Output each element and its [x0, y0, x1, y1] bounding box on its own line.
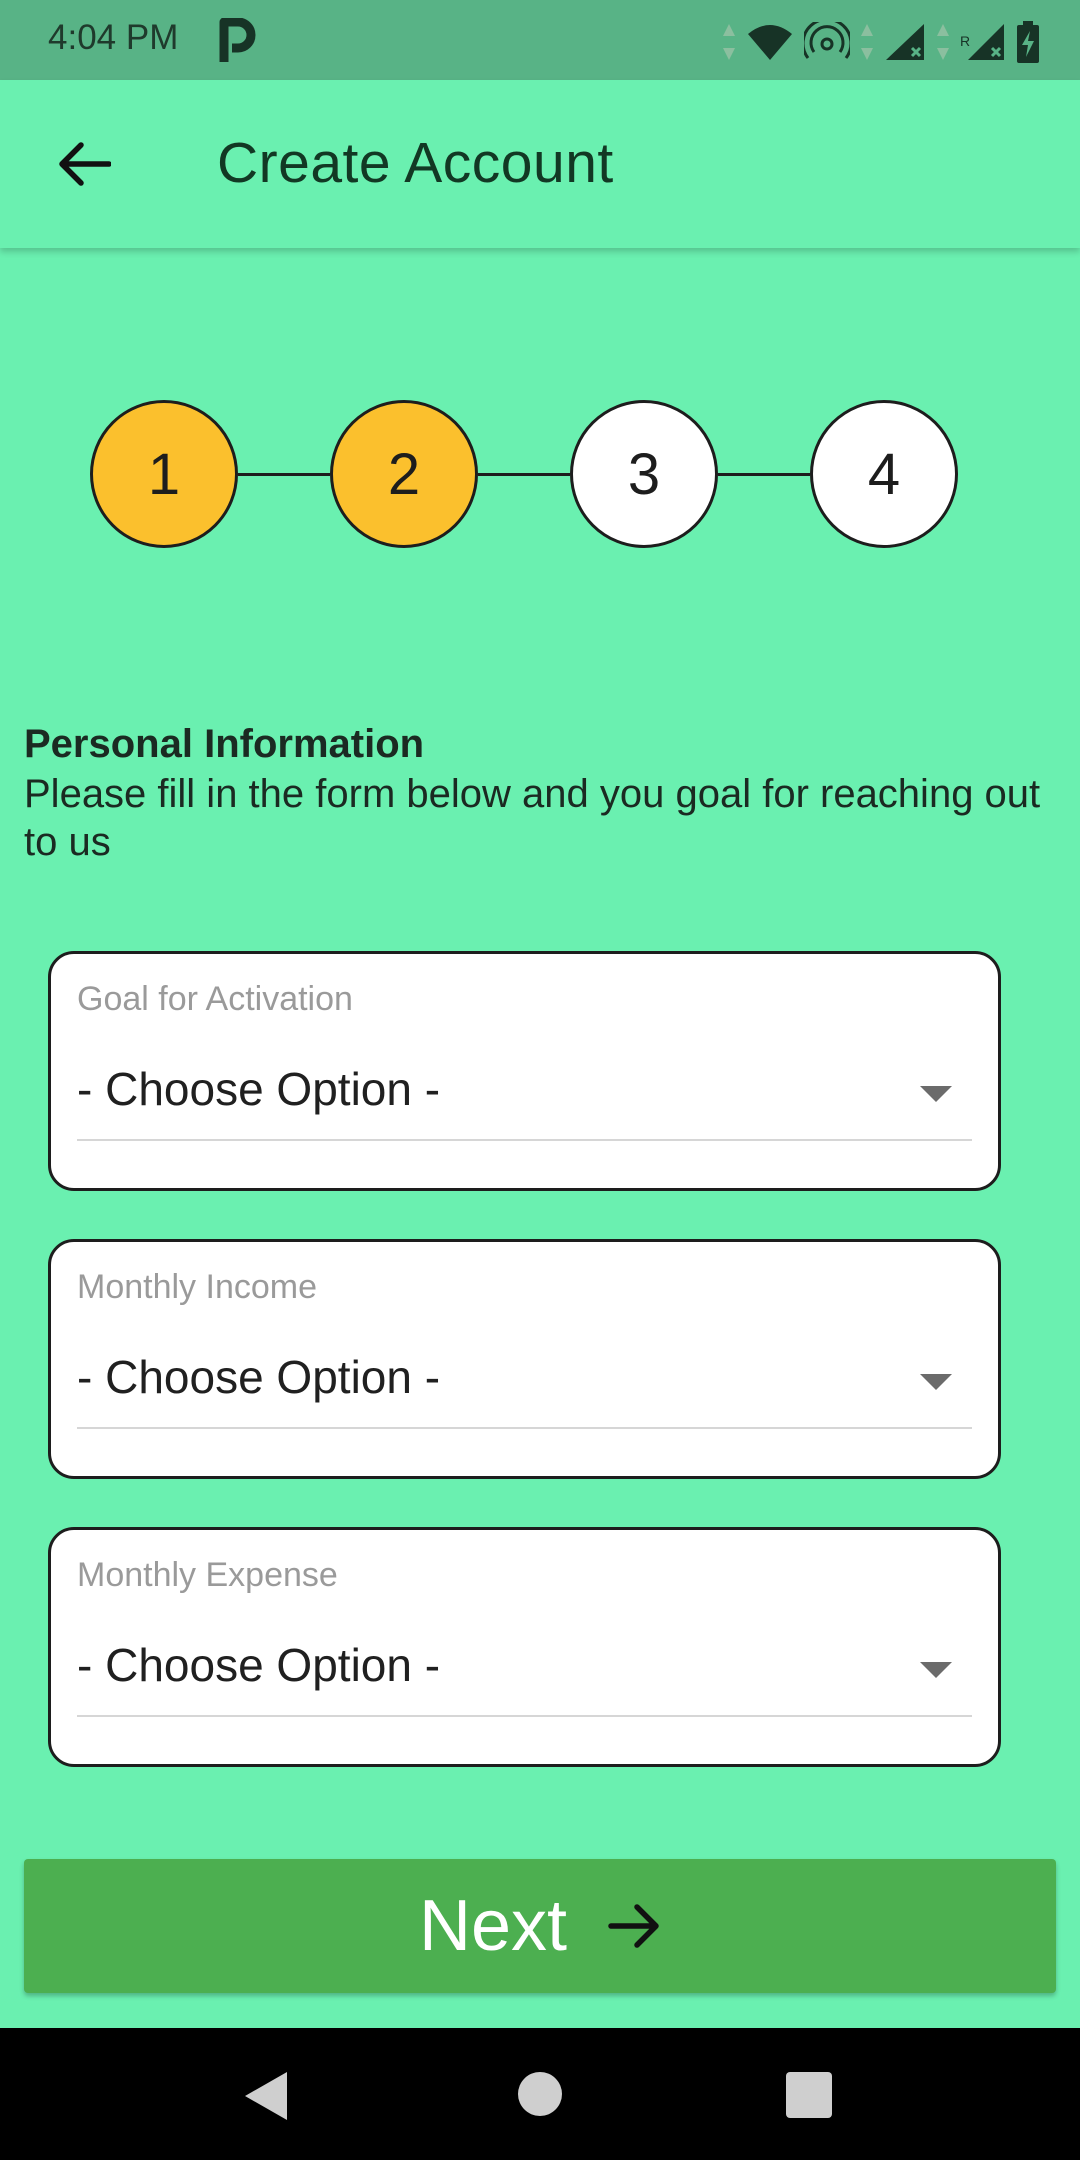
wifi-icon — [748, 25, 792, 60]
section-title: Personal Information — [24, 722, 425, 766]
nav-home-icon[interactable] — [518, 2072, 562, 2116]
status-icons: R — [722, 18, 1040, 66]
dropdown-arrow-icon[interactable] — [920, 1662, 952, 1678]
dropdown-value[interactable]: - Choose Option - — [77, 1350, 440, 1404]
field-underline — [77, 1139, 972, 1141]
parking-app-icon — [218, 17, 256, 64]
arrow-left-icon — [59, 142, 111, 186]
nav-recents-icon[interactable] — [786, 2072, 832, 2118]
stepper-connector — [718, 473, 810, 476]
data-arrows-icon — [937, 24, 949, 60]
nav-back-icon[interactable] — [245, 2072, 287, 2120]
dropdown-arrow-icon[interactable] — [920, 1086, 952, 1102]
field-label: Monthly Expense — [77, 1556, 338, 1594]
field-label: Monthly Income — [77, 1268, 317, 1306]
field-label: Goal for Activation — [77, 980, 353, 1018]
step-2[interactable]: 2 — [330, 400, 478, 548]
app-bar: Create Account — [0, 80, 1080, 248]
battery-charging-icon — [1017, 21, 1039, 63]
data-arrows-icon — [861, 24, 873, 60]
system-nav-bar — [0, 2028, 1080, 2160]
next-button-label: Next — [418, 1886, 568, 1966]
dropdown-value[interactable]: - Choose Option - — [77, 1062, 440, 1116]
hotspot-icon — [804, 22, 850, 59]
stepper-connector — [238, 473, 330, 476]
dropdown-arrow-icon[interactable] — [920, 1374, 952, 1390]
svg-text:R: R — [960, 33, 970, 49]
roaming-signal-icon: R — [960, 24, 1004, 60]
field-underline — [77, 1715, 972, 1717]
section-description: Please fill in the form below and you go… — [24, 772, 1041, 864]
stepper: 1 2 3 4 — [90, 400, 960, 548]
status-time: 4:04 PM — [48, 18, 179, 57]
step-3[interactable]: 3 — [570, 400, 718, 548]
monthly-expense-dropdown[interactable]: Monthly Expense - Choose Option - — [48, 1527, 1001, 1767]
stepper-connector — [478, 473, 570, 476]
back-button[interactable] — [44, 129, 124, 199]
dropdown-value[interactable]: - Choose Option - — [77, 1638, 440, 1692]
page-title: Create Account — [217, 131, 614, 195]
signal-icon — [886, 24, 924, 60]
field-underline — [77, 1427, 972, 1429]
step-1[interactable]: 1 — [90, 400, 238, 548]
arrow-right-icon — [608, 1904, 659, 1948]
monthly-income-dropdown[interactable]: Monthly Income - Choose Option - — [48, 1239, 1001, 1479]
goal-for-activation-dropdown[interactable]: Goal for Activation - Choose Option - — [48, 951, 1001, 1191]
data-arrows-icon — [723, 24, 735, 60]
status-bar: 4:04 PM R — [0, 0, 1080, 80]
step-4[interactable]: 4 — [810, 400, 958, 548]
next-button[interactable]: Next — [24, 1859, 1056, 1993]
